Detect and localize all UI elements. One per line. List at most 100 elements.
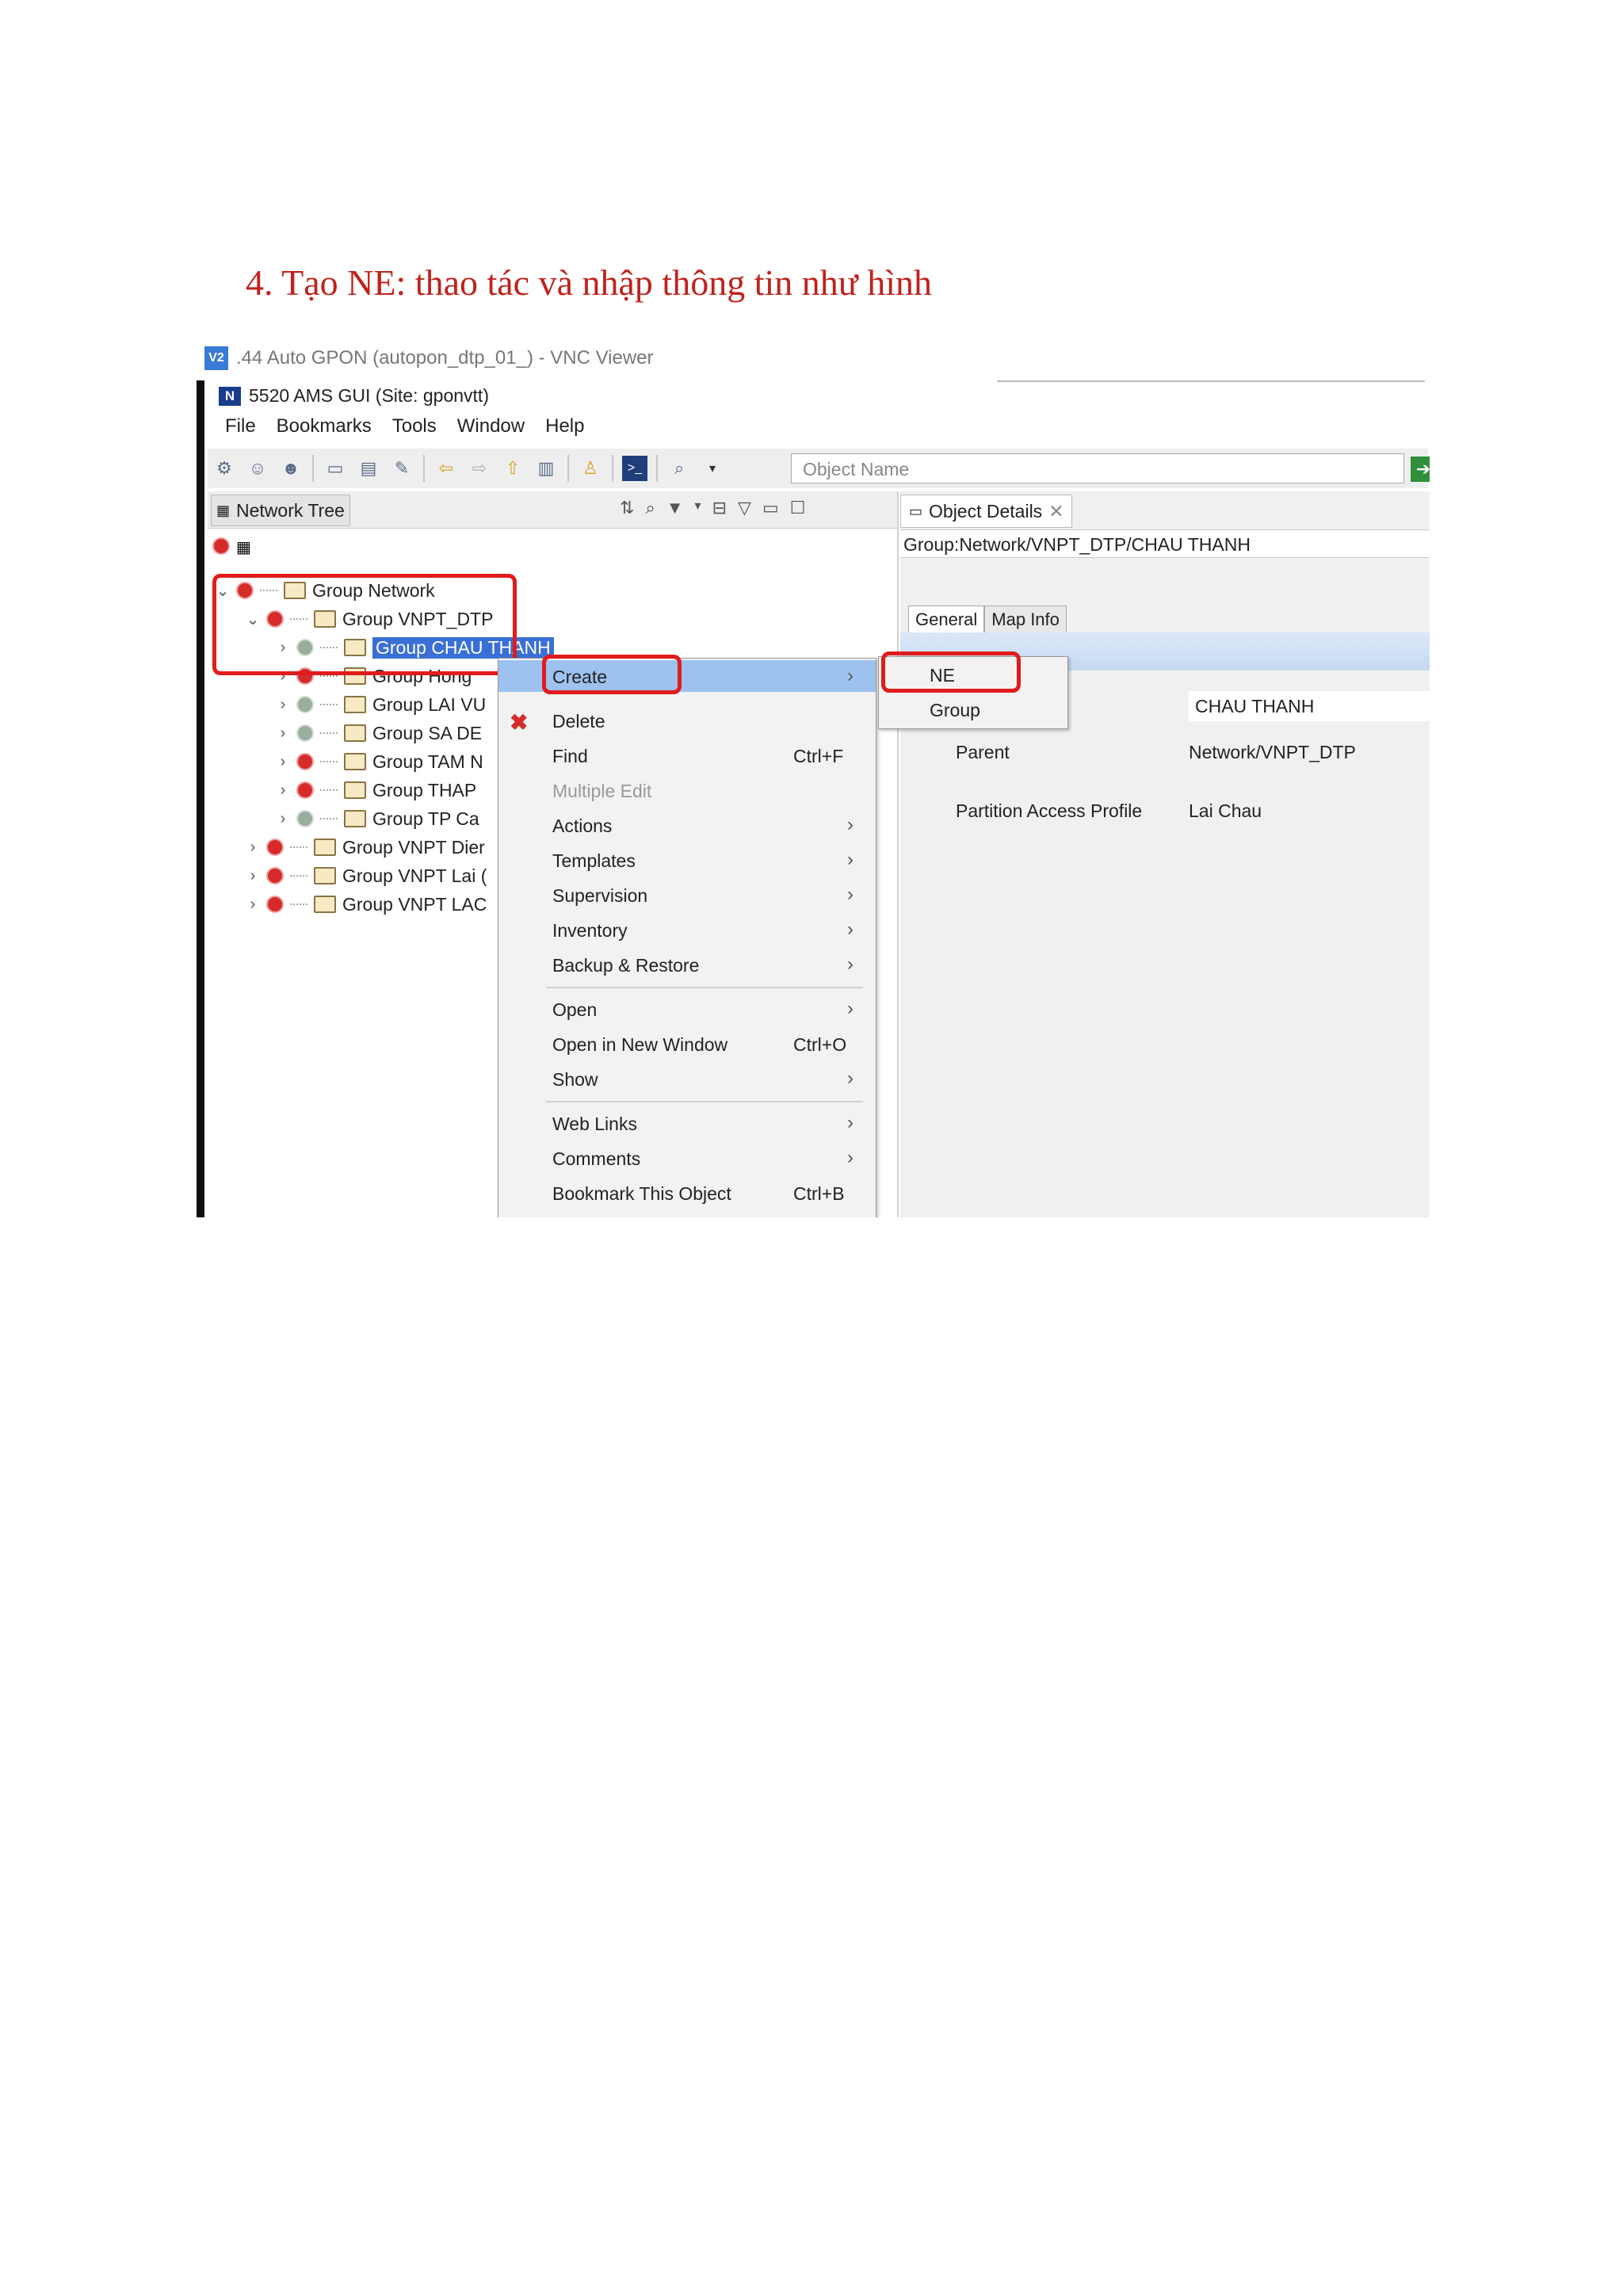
alarm-status-icon[interactable] [212,537,230,555]
tree-row[interactable]: › Group SA DE [276,720,482,747]
maximize-icon[interactable]: ☐ [790,498,806,518]
chevron-right-icon: › [847,1112,854,1133]
name-field[interactable]: CHAU THANH [1189,691,1430,721]
chevron-right-icon[interactable]: › [246,867,260,885]
minimize-icon[interactable]: ▭ [762,498,779,518]
tree-tab-icon: ▦ [216,502,231,518]
network-icon[interactable]: ⚙ [212,456,237,481]
tree-connector [320,704,338,705]
tree-label: Group LAI VU [372,693,487,715]
search-icon[interactable]: ⌕ [645,498,655,518]
menu-item-label: Backup & Restore [552,955,700,976]
tree-row[interactable]: › Group THAP [276,777,477,804]
menu-item-multiple-edit: Multiple Edit [498,774,876,806]
search-icon[interactable]: ⌕ [666,456,692,481]
ams-window: N 5520 AMS GUI (Site: gponvtt) File Book… [197,380,1430,1217]
parent-value: Network/VNPT_DTP [1189,742,1356,762]
object-name-search-input[interactable]: Object Name [791,453,1404,483]
app-titlebar: N 5520 AMS GUI (Site: gponvtt) [219,385,489,407]
chevron-right-icon[interactable]: › [276,696,290,714]
tree-view-icon[interactable]: ▦ [236,537,251,557]
chevron-right-icon[interactable]: › [276,753,290,771]
vnc-title: .44 Auto GPON (autopon_dtp_01_) - VNC Vi… [236,347,654,369]
list-icon[interactable]: ▥ [533,456,559,481]
menu-bookmarks[interactable]: Bookmarks [277,415,372,437]
menu-item-open[interactable]: Open › [498,993,876,1025]
tools-icon[interactable]: ✎ [389,456,414,481]
go-arrow-icon[interactable]: ➔ [1411,457,1430,482]
back-arrow-icon[interactable]: ⇦ [433,456,459,481]
terminal-icon[interactable]: >_ [622,456,647,481]
person-icon[interactable]: ♙ [578,456,603,481]
chevron-right-icon[interactable]: › [276,810,290,828]
tab-map-info[interactable]: Map Info [984,606,1067,634]
tree-connector [320,761,338,762]
chevron-down-icon[interactable]: ▾ [695,498,701,518]
tab-general[interactable]: General [908,606,985,634]
menu-tools[interactable]: Tools [392,415,437,437]
folder-icon [344,781,366,799]
toolbar: ⚙ ☺ ☻ ▭ ▤ ✎ ⇦ ⇨ ⇧ ▥ ♙ >_ ⌕ ▾ Object Name… [208,449,1430,488]
close-icon[interactable]: ✕ [1048,501,1064,522]
up-arrow-icon[interactable]: ⇧ [500,456,525,481]
chevron-right-icon: › [847,665,854,686]
tree-label: Group TAM N [372,751,483,772]
chevron-right-icon[interactable]: › [276,781,290,800]
menu-item-label: Open in New Window [552,1034,728,1055]
menu-item-web-links[interactable]: Web Links › [498,1107,876,1139]
status-red-icon [266,867,284,884]
chevron-right-icon[interactable]: › [276,724,290,743]
tree-row[interactable]: › Group VNPT Dier [246,834,485,861]
menu-item-delete[interactable]: ✖ Delete [498,705,876,736]
parent-label: Parent [956,742,1010,762]
tree-row[interactable]: › Group VNPT LAC [246,891,487,918]
menu-item-comments[interactable]: Comments › [498,1142,876,1174]
tree-label: Group THAP [372,779,477,800]
menu-item-open-new-window[interactable]: Open in New Window Ctrl+O [498,1028,876,1060]
menu-item-find[interactable]: Find Ctrl+F [498,739,876,771]
collapse-icon[interactable]: ⊟ [712,498,727,518]
menu-item-templates[interactable]: Templates › [498,844,876,876]
tree-row[interactable]: › Group VNPT Lai ( [246,862,487,889]
menu-file[interactable]: File [225,415,256,437]
toolbar-separator [312,455,314,482]
submenu-item-group[interactable]: Group [879,693,1067,725]
chevron-right-icon: › [847,814,854,835]
menu-window[interactable]: Window [457,415,525,437]
menu-help[interactable]: Help [545,415,584,437]
tree-row[interactable]: › Group TP Ca [276,805,479,832]
filter-icon[interactable]: ▼ [666,498,684,518]
folder-icon [344,696,366,713]
tab-object-details[interactable]: ▭ Object Details ✕ [900,495,1073,528]
chevron-right-icon[interactable]: › [246,839,260,857]
menu-item-inventory[interactable]: Inventory › [498,914,876,946]
menubar: File Bookmarks Tools Window Help [225,415,584,437]
folder-icon[interactable]: ▭ [323,456,348,481]
tree-toolbar: ▦ [212,537,251,557]
menu-item-label: Comments [552,1148,641,1169]
view-menu-icon[interactable]: ▽ [738,498,751,518]
tree-row[interactable]: › Group TAM N [276,748,483,775]
user-add-icon[interactable]: ☺ [245,456,270,481]
menu-item-label: Actions [552,816,613,836]
chevron-right-icon[interactable]: › [246,896,260,914]
expand-icon[interactable]: ⇅ [620,498,634,518]
tree-label: Group TP Ca [372,808,479,829]
tree-connector [320,675,338,677]
tree-connector [320,732,338,734]
tab-network-tree[interactable]: ▦ Network Tree [211,495,350,526]
calendar-icon[interactable]: ▤ [356,456,381,481]
menu-item-actions[interactable]: Actions › [498,809,876,841]
tree-label: Group VNPT LAC [342,893,487,915]
folder-icon [344,753,366,770]
chevron-down-icon[interactable]: ▾ [700,456,725,481]
menu-item-backup-restore[interactable]: Backup & Restore › [498,949,876,980]
tree-row[interactable]: › Group LAI VU [276,691,487,718]
tree-connector [320,818,338,819]
menu-item-supervision[interactable]: Supervision › [498,879,876,911]
users-icon[interactable]: ☻ [278,456,304,481]
forward-arrow-icon[interactable]: ⇨ [467,456,492,481]
menu-item-show[interactable]: Show › [498,1063,876,1095]
menu-item-bookmark[interactable]: Bookmark This Object Ctrl+B [498,1177,876,1209]
tree-connector [290,875,307,877]
